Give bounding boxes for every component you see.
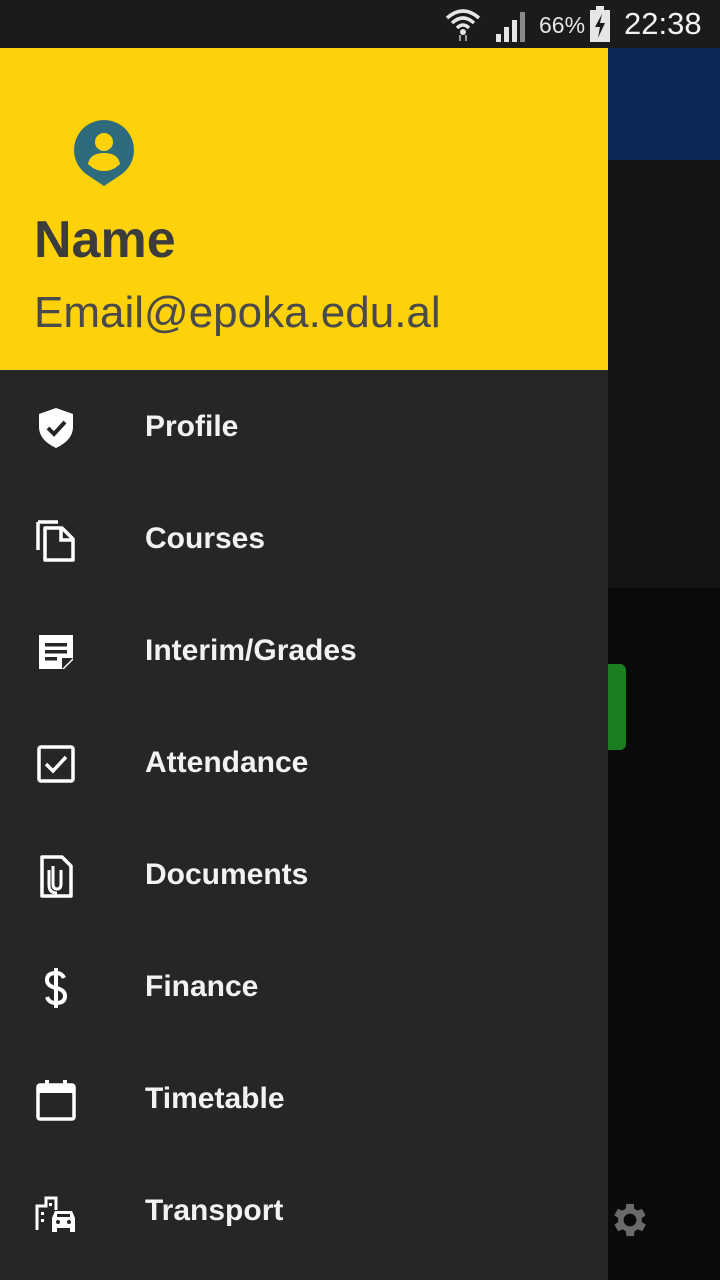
clock: 22:38 — [624, 6, 702, 41]
menu-item-attendance[interactable]: Attendance — [0, 706, 608, 818]
user-name: Name — [34, 211, 176, 269]
menu-item-label: Interim/Grades — [145, 634, 357, 667]
menu-item-label: Courses — [145, 522, 266, 555]
note-icon — [39, 635, 73, 669]
account-pin-icon[interactable] — [72, 118, 136, 188]
wifi-icon — [445, 9, 481, 41]
drawer-header: Name Email@epoka.edu.al — [0, 48, 608, 370]
menu-item-profile[interactable]: Profile — [0, 370, 608, 482]
menu-item-label: Finance — [145, 970, 259, 1003]
user-email: Email@epoka.edu.al — [34, 288, 441, 337]
menu-item-label: Attendance — [145, 746, 309, 779]
menu-item-documents[interactable]: Documents — [0, 818, 608, 930]
attachment-file-icon — [40, 855, 73, 898]
menu-item-finance[interactable]: Finance — [0, 930, 608, 1042]
menu-item-label: Transport — [145, 1194, 284, 1227]
menu-item-label: Documents — [145, 858, 309, 891]
battery-charging-icon — [590, 6, 610, 42]
menu-item-timetable[interactable]: Timetable — [0, 1042, 608, 1154]
checkbox-icon — [37, 745, 75, 783]
copy-documents-icon — [36, 520, 75, 562]
shield-check-icon — [39, 408, 73, 448]
menu-item-interim-grades[interactable]: Interim/Grades — [0, 594, 608, 706]
menu-item-label: Timetable — [145, 1082, 285, 1115]
battery-percent: 66% — [539, 12, 586, 38]
status-bar: 66% 22:38 — [0, 0, 720, 48]
dollar-icon — [44, 968, 68, 1008]
commute-icon — [35, 1196, 75, 1232]
gear-icon[interactable] — [608, 1198, 652, 1242]
navigation-drawer: Name Email@epoka.edu.al Profile Courses — [0, 48, 608, 1280]
calendar-icon — [36, 1080, 76, 1121]
menu-item-label: Profile — [145, 410, 239, 443]
cellular-signal-icon — [496, 12, 525, 42]
menu-item-transport[interactable]: Transport — [0, 1154, 608, 1266]
menu-item-courses[interactable]: Courses — [0, 482, 608, 594]
